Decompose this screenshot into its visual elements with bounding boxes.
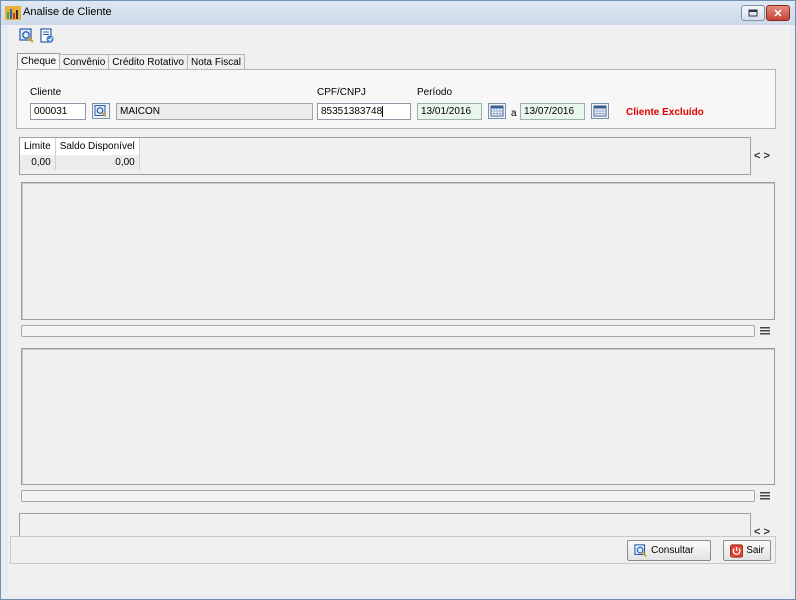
sair-label: Sair <box>746 545 764 556</box>
calendar-icon <box>488 103 506 119</box>
cpf-value: 85351383748 <box>321 106 383 117</box>
sair-button[interactable]: Sair <box>723 540 771 561</box>
minimize-button[interactable] <box>741 5 765 21</box>
menu-icon[interactable] <box>760 327 770 335</box>
date-from-calendar-button[interactable] <box>487 102 507 120</box>
cpf-field[interactable]: 85351383748 <box>317 103 411 120</box>
date-separator: a <box>511 108 517 119</box>
tab-credito-rotativo[interactable]: Crédito Rotativo <box>108 54 188 70</box>
text-cursor <box>382 105 384 117</box>
status-label: Cliente Excluído <box>626 107 704 118</box>
cliente-name-field: MAICON <box>116 103 313 120</box>
limite-value: 0,00 <box>20 155 56 170</box>
report-icon[interactable] <box>39 28 55 44</box>
calendar-icon <box>591 103 609 119</box>
window-title: Analise de Cliente <box>23 6 112 18</box>
app-icon <box>5 6 21 20</box>
app-window: Analise de Cliente ✕ Cheque Convênio Cré… <box>0 0 796 600</box>
close-icon: ✕ <box>773 7 783 20</box>
summary-nav-arrows[interactable]: < > <box>754 150 770 162</box>
search-icon[interactable] <box>19 28 35 44</box>
minimize-icon <box>748 9 758 17</box>
tab-strip: Cheque Convênio Crédito Rotativo Nota Fi… <box>17 53 246 70</box>
column-header: Saldo Disponível <box>55 138 140 155</box>
date-to-calendar-button[interactable] <box>590 102 610 120</box>
tab-nota-fiscal[interactable]: Nota Fiscal <box>187 54 246 70</box>
horizontal-scrollbar-top[interactable] <box>21 325 755 337</box>
footer-bar: Consultar Sair <box>10 536 776 564</box>
cheque-grid-top <box>21 182 775 320</box>
search-icon <box>92 103 110 119</box>
title-bar: Analise de Cliente ✕ <box>1 1 795 25</box>
search-icon <box>634 543 647 557</box>
power-icon <box>730 543 744 558</box>
periodo-label: Período <box>417 87 453 98</box>
date-to-field[interactable]: 13/07/2016 <box>520 103 585 120</box>
tab-cheque[interactable]: Cheque <box>17 53 61 70</box>
cheque-grid-bottom <box>21 348 775 485</box>
close-button[interactable]: ✕ <box>766 5 790 21</box>
tab-convenio[interactable]: Convênio <box>59 54 110 70</box>
consultar-label: Consultar <box>651 545 694 556</box>
saldo-value: 0,00 <box>55 155 140 170</box>
menu-icon[interactable] <box>760 492 770 500</box>
consultar-button[interactable]: Consultar <box>627 540 711 561</box>
date-from-field[interactable]: 13/01/2016 <box>417 103 482 120</box>
horizontal-scrollbar-bottom[interactable] <box>21 490 755 502</box>
cliente-search-button[interactable] <box>91 102 111 120</box>
summary-table: Limite Saldo Disponível 0,00 0,00 <box>20 138 140 170</box>
filter-panel: Cliente 000031 MAICON CPF/CNPJ 853513837… <box>16 69 776 129</box>
client-area: Cheque Convênio Crédito Rotativo Nota Fi… <box>8 25 790 595</box>
cliente-code-field[interactable]: 000031 <box>30 103 86 120</box>
summary-panel: Limite Saldo Disponível 0,00 0,00 <box>19 137 751 175</box>
cpf-label: CPF/CNPJ <box>317 87 366 98</box>
cliente-label: Cliente <box>30 87 62 98</box>
column-header: Limite <box>20 138 56 155</box>
